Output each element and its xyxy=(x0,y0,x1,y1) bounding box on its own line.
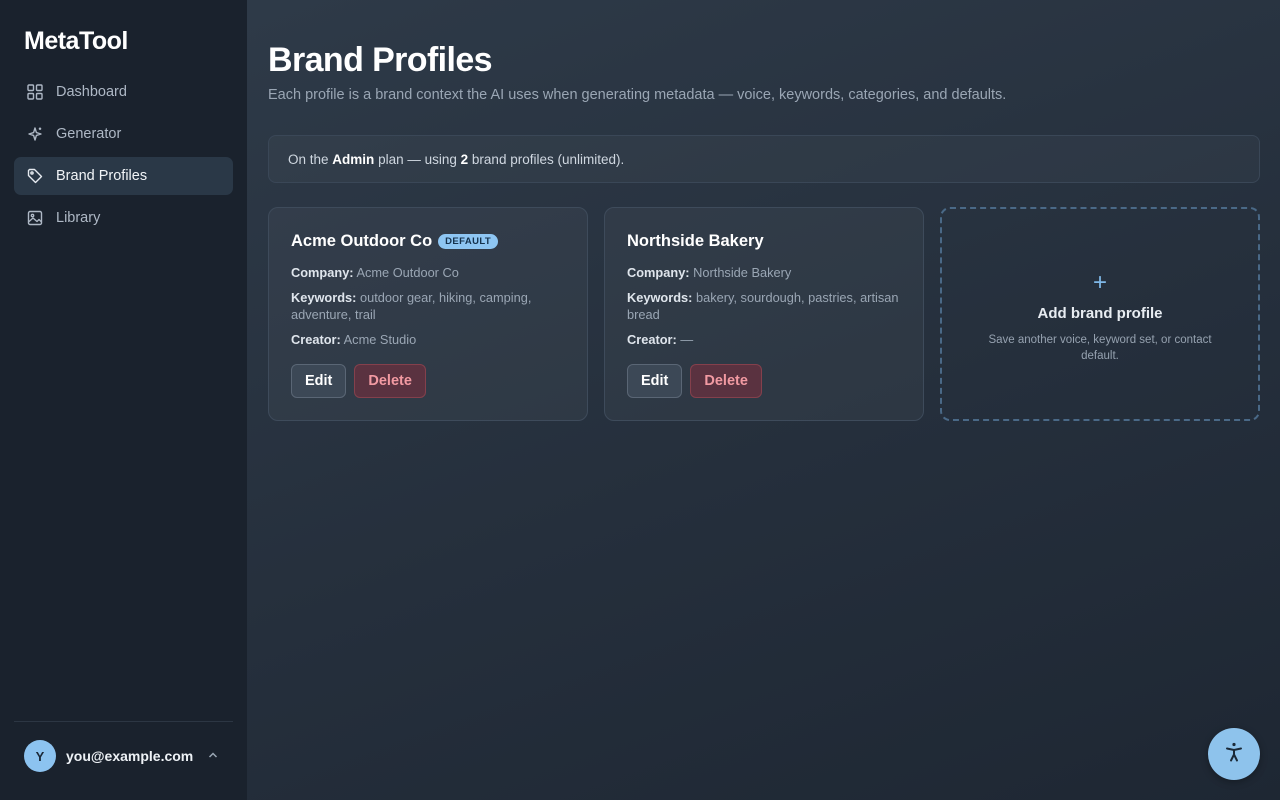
field-value: — xyxy=(680,332,694,347)
profile-company: Company: Acme Outdoor Co xyxy=(291,264,565,281)
accessibility-icon xyxy=(1222,740,1246,769)
sidebar-item-label: Brand Profiles xyxy=(56,168,148,184)
field-label: Creator: xyxy=(291,332,341,347)
field-label: Company: xyxy=(627,265,690,280)
plan-name: Admin xyxy=(332,151,375,167)
plan-banner-prefix: On the xyxy=(288,151,329,167)
profile-name: Northside Bakery xyxy=(627,231,764,250)
sidebar-item-brand-profiles[interactable]: Brand Profiles xyxy=(14,157,233,195)
sparkle-icon xyxy=(26,125,44,143)
sidebar-item-label: Dashboard xyxy=(56,84,127,100)
brand-profile-card: Acme Outdoor Co DEFAULT Company: Acme Ou… xyxy=(268,207,588,421)
delete-button[interactable]: Delete xyxy=(690,364,762,398)
sidebar-item-library[interactable]: Library xyxy=(14,199,233,237)
sidebar-item-label: Generator xyxy=(56,126,122,142)
edit-button[interactable]: Edit xyxy=(627,364,683,398)
sidebar: MetaTool Dashboard Generator Brand Profi… xyxy=(0,0,247,800)
field-label: Company: xyxy=(291,265,354,280)
default-badge: DEFAULT xyxy=(438,233,499,249)
image-icon xyxy=(26,209,44,227)
field-label: Keywords: xyxy=(291,290,357,305)
edit-button[interactable]: Edit xyxy=(291,364,347,398)
profile-company: Company: Northside Bakery xyxy=(627,264,901,281)
main-content: Brand Profiles Each profile is a brand c… xyxy=(247,0,1280,800)
profile-creator: Creator: — xyxy=(627,331,901,348)
user-email: you@example.com xyxy=(66,748,194,764)
field-value: Acme Outdoor Co xyxy=(356,265,459,280)
plan-banner-middle: plan — using xyxy=(378,151,457,167)
field-label: Keywords: xyxy=(627,290,693,305)
add-card-title: Add brand profile xyxy=(1037,304,1163,322)
field-value: Acme Studio xyxy=(343,332,417,347)
tag-icon xyxy=(26,167,44,185)
page-subtitle: Each profile is a brand context the AI u… xyxy=(268,87,1007,103)
profile-count: 2 xyxy=(460,151,469,167)
page-title: Brand Profiles xyxy=(268,41,493,79)
chevron-up-icon xyxy=(206,748,220,762)
accessibility-button[interactable] xyxy=(1208,728,1260,780)
sidebar-nav: Dashboard Generator Brand Profiles Libra… xyxy=(14,73,233,241)
sidebar-divider xyxy=(14,721,233,722)
profile-creator: Creator: Acme Studio xyxy=(291,331,565,348)
profile-keywords: Keywords: outdoor gear, hiking, camping,… xyxy=(291,289,565,323)
profile-keywords: Keywords: bakery, sourdough, pastries, a… xyxy=(627,289,901,323)
app-logo[interactable]: MetaTool xyxy=(24,27,128,56)
add-brand-profile-card[interactable]: + Add brand profile Save another voice, … xyxy=(940,207,1260,421)
sidebar-item-label: Library xyxy=(56,210,101,226)
sidebar-item-dashboard[interactable]: Dashboard xyxy=(14,73,233,111)
delete-button[interactable]: Delete xyxy=(354,364,426,398)
user-menu[interactable]: Y you@example.com xyxy=(24,740,224,772)
field-label: Creator: xyxy=(627,332,677,347)
avatar: Y xyxy=(24,740,56,772)
brand-profile-card: Northside Bakery Company: Northside Bake… xyxy=(604,207,924,421)
sidebar-item-generator[interactable]: Generator xyxy=(14,115,233,153)
profile-name: Acme Outdoor Co xyxy=(291,231,433,250)
field-value: Northside Bakery xyxy=(693,265,792,280)
plus-icon: + xyxy=(1092,268,1107,296)
plan-banner-suffix: brand profiles (unlimited). xyxy=(471,151,625,167)
plan-banner: On the Admin plan — using 2 brand profil… xyxy=(268,135,1260,183)
grid-icon xyxy=(26,83,44,101)
add-card-description: Save another voice, keyword set, or cont… xyxy=(988,333,1212,362)
